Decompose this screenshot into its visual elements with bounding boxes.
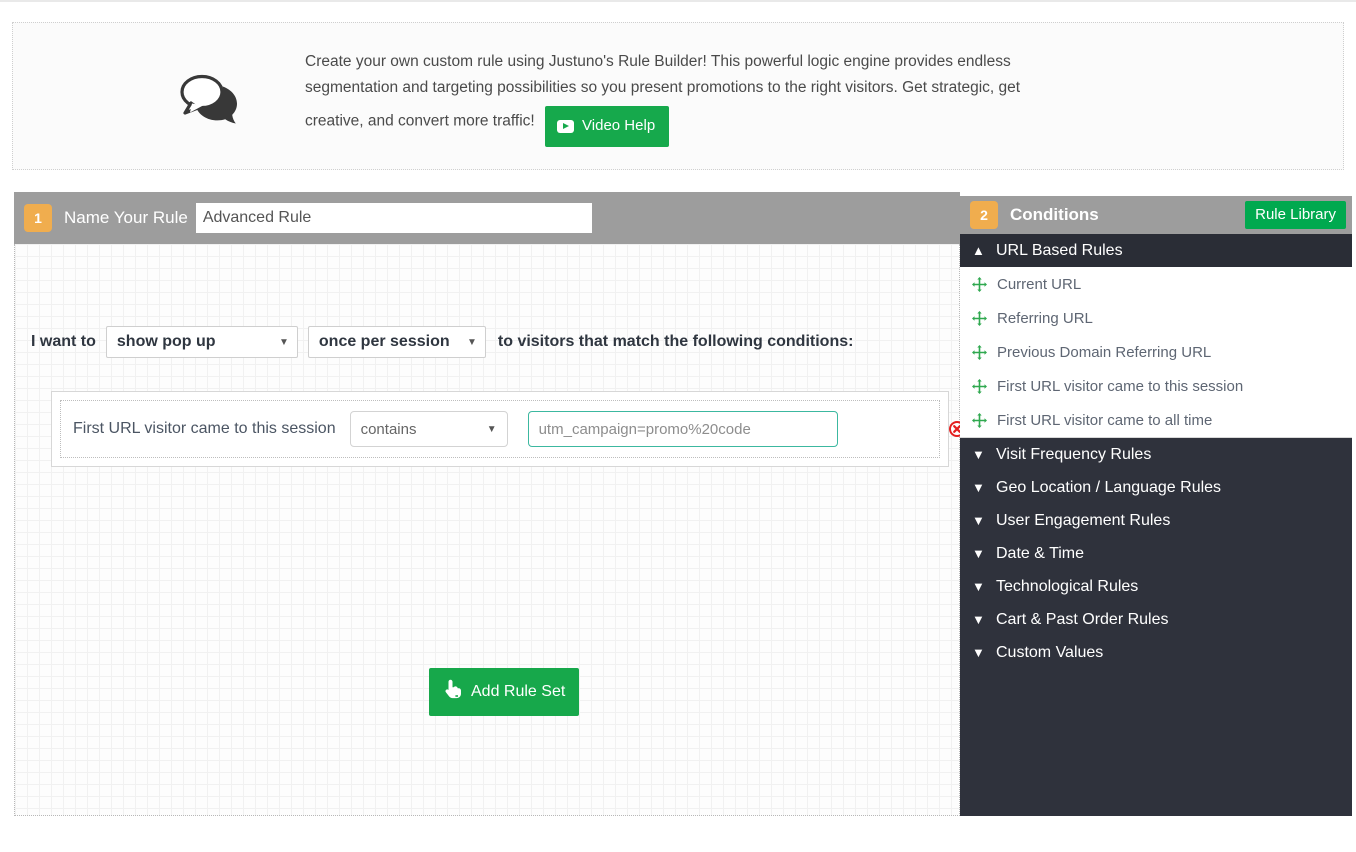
chevron-down-icon: ▼	[972, 645, 985, 660]
rule-library-button[interactable]: Rule Library	[1245, 201, 1346, 229]
rule-row: First URL visitor came to this session c…	[60, 400, 965, 458]
video-help-button[interactable]: Video Help	[545, 106, 670, 147]
rule-builder-page: Create your own custom rule using Justun…	[0, 0, 1356, 852]
move-arrows-icon	[972, 344, 987, 360]
action-select-value: show pop up	[116, 333, 216, 350]
condition-item-first-url-all-time[interactable]: First URL visitor came to all time	[960, 403, 1352, 437]
info-panel: Create your own custom rule using Justun…	[12, 22, 1344, 170]
chevron-down-icon: ▼	[278, 336, 289, 348]
chevron-down-icon: ▼	[466, 336, 477, 348]
condition-item-label: Previous Domain Referring URL	[997, 343, 1212, 361]
move-arrows-icon	[972, 378, 987, 394]
pointing-hand-icon	[439, 676, 465, 707]
speech-bubbles-icon	[165, 61, 251, 137]
conditions-panel: 2 Conditions Rule Library ▲ URL Based Ru…	[960, 196, 1352, 816]
builder-header: 1 Name Your Rule	[14, 192, 960, 244]
condition-item-first-url-this-session[interactable]: First URL visitor came to this session	[960, 369, 1352, 403]
condition-item-current-url[interactable]: Current URL	[960, 267, 1352, 301]
chevron-up-icon: ▲	[972, 243, 985, 258]
step-1-badge: 1	[24, 204, 52, 232]
category-label: Geo Location / Language Rules	[996, 478, 1222, 496]
play-icon	[557, 119, 575, 133]
frequency-select-value: once per session	[318, 333, 450, 350]
rule-row-label: First URL visitor came to this session	[73, 420, 336, 437]
condition-item-label: First URL visitor came to all time	[997, 411, 1213, 429]
category-header-technological-rules[interactable]: ▼ Technological Rules	[960, 570, 1352, 603]
info-line-1: Create your own custom rule using Justun…	[305, 53, 1011, 70]
video-help-label: Video Help	[582, 117, 656, 134]
category-header-url-based-rules[interactable]: ▲ URL Based Rules	[960, 234, 1352, 267]
category-header-user-engagement-rules[interactable]: ▼ User Engagement Rules	[960, 504, 1352, 537]
add-rule-set-label: Add Rule Set	[471, 682, 566, 700]
chevron-down-icon: ▼	[972, 513, 985, 528]
info-line-2: segmentation and targeting possibilities…	[305, 79, 1021, 96]
category-label: Technological Rules	[996, 577, 1139, 595]
frequency-select[interactable]: once per session ▼	[307, 326, 486, 358]
chevron-down-icon: ▼	[972, 612, 985, 627]
top-divider	[0, 0, 1356, 2]
category-header-date-time[interactable]: ▼ Date & Time	[960, 537, 1352, 570]
rule-operator-select[interactable]: contains ▼	[349, 411, 508, 447]
intent-prefix-label: I want to	[31, 333, 96, 350]
action-select[interactable]: show pop up ▼	[105, 326, 298, 358]
info-line-3: creative, and convert more traffic!	[305, 112, 535, 130]
category-label: Date & Time	[996, 544, 1085, 562]
category-label: User Engagement Rules	[996, 511, 1171, 529]
condition-item-label: First URL visitor came to this session	[997, 377, 1244, 395]
step-2-badge: 2	[970, 201, 998, 229]
rule-operator-value: contains	[360, 420, 417, 438]
chevron-down-icon: ▼	[972, 480, 985, 495]
rule-name-input[interactable]	[195, 203, 592, 233]
chevron-down-icon: ▼	[972, 546, 985, 561]
category-items-url-based-rules: Current URL Referring URL Previous Domai…	[960, 267, 1352, 438]
category-label: Cart & Past Order Rules	[996, 610, 1169, 628]
rule-canvas: I want to show pop up ▼ once per session…	[14, 244, 965, 816]
condition-item-label: Current URL	[997, 275, 1082, 293]
category-header-cart-past-order-rules[interactable]: ▼ Cart & Past Order Rules	[960, 603, 1352, 636]
conditions-title: Conditions	[1010, 205, 1099, 224]
category-header-custom-values[interactable]: ▼ Custom Values	[960, 636, 1352, 669]
category-label: Visit Frequency Rules	[996, 445, 1152, 463]
conditions-header: 2 Conditions Rule Library	[960, 196, 1352, 234]
rule-set-container: First URL visitor came to this session c…	[51, 391, 965, 467]
chevron-down-icon: ▼	[486, 423, 497, 435]
name-your-rule-label: Name Your Rule	[64, 208, 188, 227]
category-header-geo-location-language-rules[interactable]: ▼ Geo Location / Language Rules	[960, 471, 1352, 504]
info-line-3-wrap: creative, and convert more traffic! Vide…	[305, 101, 1205, 147]
intent-row: I want to show pop up ▼ once per session…	[31, 326, 853, 358]
condition-item-referring-url[interactable]: Referring URL	[960, 301, 1352, 335]
intent-suffix-label: to visitors that match the following con…	[497, 333, 854, 350]
rule-value-input[interactable]	[527, 411, 838, 447]
add-rule-set-button[interactable]: Add Rule Set	[429, 668, 580, 716]
conditions-category-list: ▲ URL Based Rules Current URL Referring …	[960, 234, 1352, 669]
category-label: URL Based Rules	[996, 241, 1123, 259]
move-arrows-icon	[972, 412, 987, 428]
move-arrows-icon	[972, 310, 987, 326]
move-arrows-icon	[972, 276, 987, 292]
category-header-visit-frequency-rules[interactable]: ▼ Visit Frequency Rules	[960, 438, 1352, 471]
rule-builder-panel: 1 Name Your Rule I want to show pop up ▼…	[14, 192, 965, 816]
condition-item-label: Referring URL	[997, 309, 1093, 327]
condition-item-previous-domain-referring-url[interactable]: Previous Domain Referring URL	[960, 335, 1352, 369]
info-text: Create your own custom rule using Justun…	[305, 49, 1205, 147]
chevron-down-icon: ▼	[972, 447, 985, 462]
chevron-down-icon: ▼	[972, 579, 985, 594]
category-label: Custom Values	[996, 643, 1104, 661]
